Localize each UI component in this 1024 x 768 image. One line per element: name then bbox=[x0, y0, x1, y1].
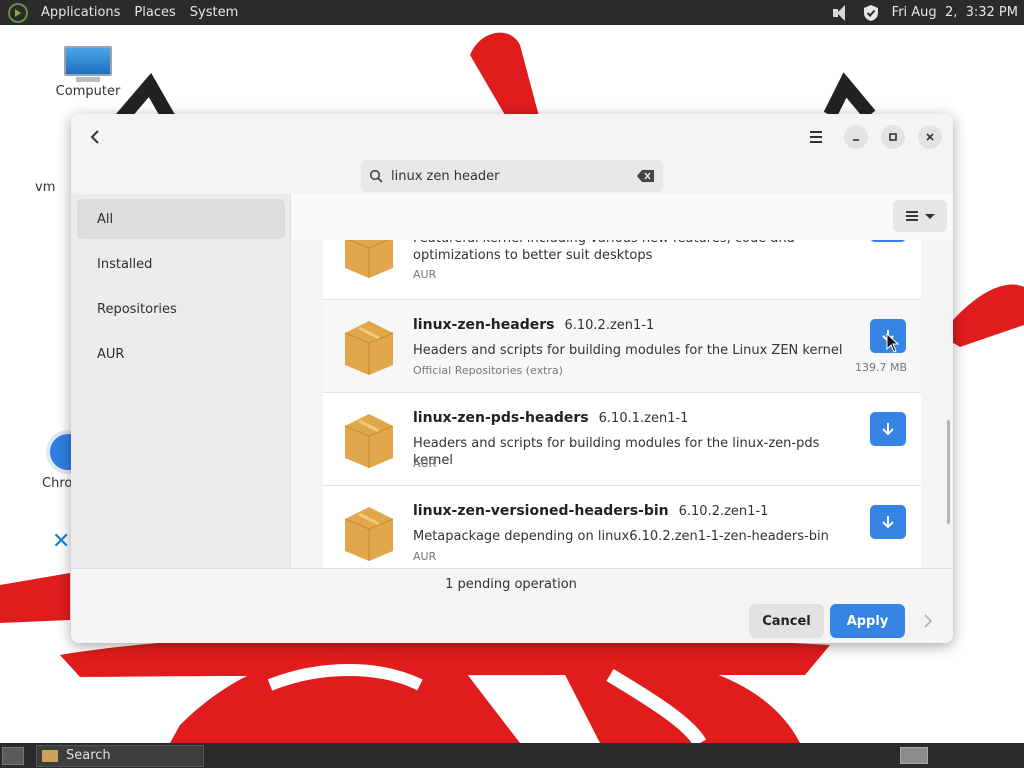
close-icon bbox=[926, 133, 934, 141]
download-button[interactable] bbox=[870, 505, 906, 539]
package-version: 6.10.2.zen1-1 bbox=[678, 504, 769, 519]
sidebar: All Installed Repositories AUR bbox=[71, 194, 291, 568]
shield-check-icon[interactable] bbox=[862, 3, 880, 23]
package-name: linux-zen-headers 6.10.2.zen1-1 bbox=[413, 317, 654, 333]
menu-places[interactable]: Places bbox=[127, 5, 182, 20]
package-description: Featureful kernel including various new … bbox=[413, 240, 795, 263]
taskbar-search-label: Search bbox=[66, 748, 111, 763]
package-name-text: linux-zen-versioned-headers-bin bbox=[413, 503, 669, 519]
pending-operations-label[interactable]: 1 pending operation bbox=[71, 577, 951, 592]
clock[interactable]: Fri Aug 2, 3:32 PM bbox=[892, 5, 1018, 20]
main-menu-button[interactable] bbox=[805, 126, 827, 148]
package-box-icon bbox=[344, 507, 394, 561]
package-name: linux-zen-versioned-headers-bin 6.10.2.ze… bbox=[413, 503, 768, 519]
scrollbar[interactable] bbox=[947, 420, 950, 524]
maximize-button[interactable] bbox=[881, 125, 905, 149]
sidebar-item-aur[interactable]: AUR bbox=[77, 334, 285, 374]
top-panel: Applications Places System Fri Aug 2, 3:… bbox=[0, 0, 1024, 25]
search-icon bbox=[361, 169, 391, 183]
desktop-icon-label: vm bbox=[35, 180, 56, 195]
back-button[interactable] bbox=[85, 124, 105, 150]
minimize-button[interactable] bbox=[844, 125, 868, 149]
package-description: Metapackage depending on linux6.10.2.zen… bbox=[413, 529, 829, 544]
package-description: Headers and scripts for building modules… bbox=[413, 436, 820, 468]
desktop-icon-vm[interactable]: vm bbox=[35, 178, 75, 195]
desktop-icon-label: Computer bbox=[52, 84, 124, 99]
menu-applications[interactable]: Applications bbox=[34, 5, 127, 20]
chevron-down-icon bbox=[924, 213, 935, 219]
search-text[interactable]: linux zen header bbox=[391, 169, 629, 184]
download-button[interactable] bbox=[870, 240, 906, 242]
desktop-icon-vscode[interactable]: ✕ Visual St bbox=[18, 530, 78, 572]
download-button[interactable] bbox=[870, 412, 906, 446]
package-box-icon bbox=[344, 414, 394, 468]
package-name-text: linux-zen-pds-headers bbox=[413, 410, 589, 426]
mouse-cursor-icon bbox=[886, 333, 900, 353]
apply-button[interactable]: Apply bbox=[830, 604, 905, 638]
package-list-area: Featureful kernel including various new … bbox=[292, 240, 953, 568]
backspace-clear-icon[interactable] bbox=[629, 170, 663, 182]
taskbar-search[interactable]: Search bbox=[36, 744, 204, 767]
folder-icon bbox=[42, 749, 58, 762]
close-button[interactable] bbox=[918, 125, 942, 149]
menu-system[interactable]: System bbox=[183, 5, 245, 20]
bottom-panel: Search bbox=[0, 743, 1024, 768]
package-version: 6.10.1.zen1-1 bbox=[598, 411, 689, 426]
desktop-icon-computer[interactable]: Computer bbox=[52, 46, 124, 99]
distro-logo-icon[interactable] bbox=[8, 2, 28, 23]
cancel-button[interactable]: Cancel bbox=[749, 604, 824, 638]
list-view-icon bbox=[905, 211, 918, 221]
package-row[interactable]: Featureful kernel including various new … bbox=[323, 240, 921, 300]
download-arrow-icon bbox=[882, 516, 894, 529]
package-row[interactable]: linux-zen-pds-headers 6.10.1.zen1-1 Heade… bbox=[323, 393, 921, 486]
sidebar-item-repositories[interactable]: Repositories bbox=[77, 289, 285, 329]
package-version: 6.10.2.zen1-1 bbox=[564, 318, 655, 333]
package-name-text: linux-zen-headers bbox=[413, 317, 555, 333]
package-list: Featureful kernel including various new … bbox=[323, 240, 921, 568]
sidebar-item-all[interactable]: All bbox=[77, 199, 285, 239]
package-description: Headers and scripts for building modules… bbox=[413, 343, 843, 358]
desktop-icon-label: Visual St bbox=[18, 556, 75, 571]
sidebar-item-installed[interactable]: Installed bbox=[77, 244, 285, 284]
package-box-icon bbox=[345, 240, 393, 278]
package-row[interactable]: linux-zen-headers 6.10.2.zen1-1 Headers a… bbox=[323, 300, 921, 393]
chevron-right-icon[interactable] bbox=[920, 610, 936, 632]
search-input[interactable]: linux zen header bbox=[361, 160, 663, 192]
download-arrow-icon bbox=[882, 423, 894, 436]
package-row[interactable]: linux-zen-versioned-headers-bin 6.10.2.ze… bbox=[323, 486, 921, 568]
speaker-icon[interactable] bbox=[832, 4, 850, 22]
computer-icon bbox=[64, 46, 112, 82]
package-box-icon bbox=[344, 321, 394, 375]
footer-bar: 1 pending operation Cancel Apply bbox=[71, 568, 953, 643]
header-bar: linux zen header bbox=[71, 114, 953, 194]
workspace-switcher[interactable] bbox=[900, 747, 928, 764]
package-repo: AUR bbox=[413, 268, 437, 281]
package-repo: Official Repositories (extra) bbox=[413, 364, 563, 377]
package-repo: AUR bbox=[413, 550, 437, 563]
view-mode-dropdown[interactable] bbox=[893, 200, 947, 232]
show-desktop-button[interactable] bbox=[2, 746, 24, 765]
maximize-icon bbox=[889, 133, 897, 141]
package-manager-window: linux zen header All Installed Repositor… bbox=[71, 114, 953, 643]
package-name: linux-zen-pds-headers 6.10.1.zen1-1 bbox=[413, 410, 688, 426]
chevron-left-icon bbox=[90, 130, 99, 144]
minimize-icon bbox=[853, 139, 859, 141]
package-size: 139.7 MB bbox=[854, 361, 907, 374]
package-repo: AUR bbox=[413, 457, 437, 470]
